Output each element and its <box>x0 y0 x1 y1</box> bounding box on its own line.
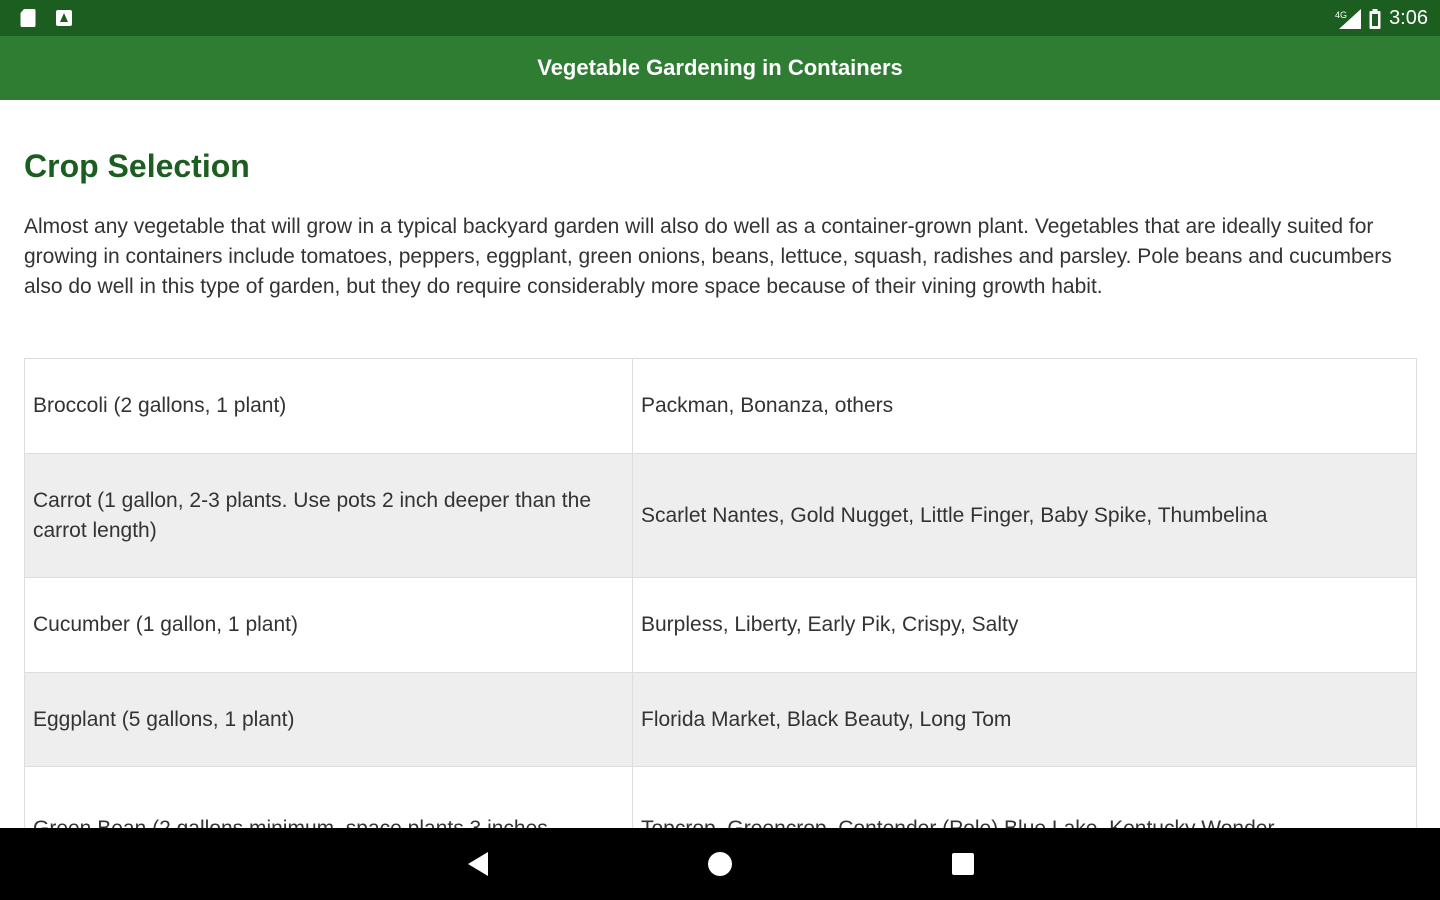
app-notification-icon <box>56 10 72 26</box>
crop-cell: Cucumber (1 gallon, 1 plant) <box>24 577 633 673</box>
crop-cell: Carrot (1 gallon, 2-3 plants. Use pots 2… <box>24 453 633 578</box>
varieties-cell: Packman, Bonanza, others <box>632 358 1417 454</box>
signal-icon: 4G <box>1335 8 1362 29</box>
recents-button[interactable] <box>947 848 979 880</box>
clock: 3:06 <box>1389 7 1428 29</box>
navigation-bar <box>0 828 1440 900</box>
notification-icons <box>18 8 74 28</box>
varieties-cell: Topcrop, Greencrop, Contender (Pole) Blu… <box>632 766 1417 828</box>
table-row: Cucumber (1 gallon, 1 plant) Burpless, L… <box>24 577 1417 673</box>
table-row: Carrot (1 gallon, 2-3 plants. Use pots 2… <box>24 453 1417 578</box>
varieties-cell: Scarlet Nantes, Gold Nugget, Little Fing… <box>632 453 1417 578</box>
crop-cell: Eggplant (5 gallons, 1 plant) <box>24 672 633 767</box>
table-row: Broccoli (2 gallons, 1 plant) Packman, B… <box>24 358 1417 454</box>
intro-paragraph: Almost any vegetable that will grow in a… <box>24 215 1392 298</box>
content-scroll-area[interactable]: Crop Selection Almost any vegetable that… <box>0 100 1440 828</box>
crop-table: Broccoli (2 gallons, 1 plant) Packman, B… <box>24 358 1417 828</box>
app-bar: Vegetable Gardening in Containers <box>0 36 1440 100</box>
crop-cell: Broccoli (2 gallons, 1 plant) <box>24 358 633 454</box>
section-title: Crop Selection <box>24 148 250 184</box>
home-button[interactable] <box>704 848 736 880</box>
table-row: Green Bean (2 gallons minimum, space pla… <box>24 766 1417 828</box>
battery-icon <box>1369 8 1381 29</box>
table-row: Eggplant (5 gallons, 1 plant) Florida Ma… <box>24 672 1417 767</box>
home-icon <box>708 852 732 876</box>
status-bar: 4G 3:06 <box>0 0 1440 36</box>
network-type: 4G <box>1335 10 1347 20</box>
varieties-cell: Florida Market, Black Beauty, Long Tom <box>632 672 1417 767</box>
back-button[interactable] <box>462 848 494 880</box>
app-title: Vegetable Gardening in Containers <box>537 55 903 80</box>
recents-icon <box>952 853 974 875</box>
status-right: 4G 3:06 <box>1335 7 1428 30</box>
crop-cell: Green Bean (2 gallons minimum, space pla… <box>24 766 633 828</box>
varieties-cell: Burpless, Liberty, Early Pik, Crispy, Sa… <box>632 577 1417 673</box>
sd-card-icon <box>20 9 36 27</box>
back-icon <box>468 852 488 876</box>
